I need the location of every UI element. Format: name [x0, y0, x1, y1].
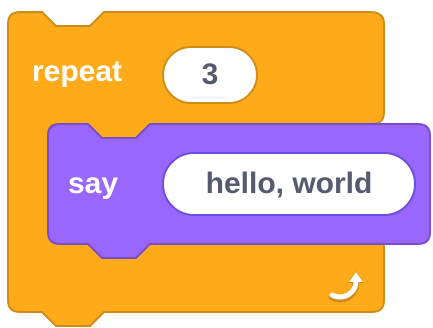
repeat-count-input[interactable]: 3 — [162, 46, 258, 104]
script-canvas: repeat 3 say hello, world — [0, 0, 433, 328]
loop-arrow-icon — [328, 271, 364, 303]
say-message-input[interactable]: hello, world — [162, 152, 416, 216]
say-keyword: say — [68, 167, 119, 200]
repeat-keyword: repeat — [32, 55, 123, 88]
